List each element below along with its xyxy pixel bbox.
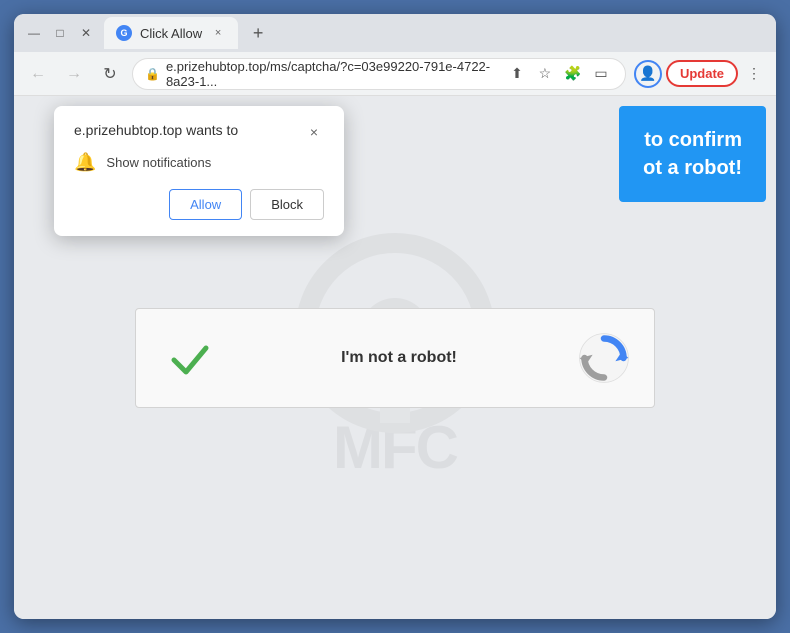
menu-button[interactable]: ⋮ — [742, 62, 766, 86]
checkmark-icon — [166, 334, 214, 382]
popup-title: e.prizehubtop.top wants to — [74, 122, 238, 138]
bell-icon: 🔔 — [74, 152, 96, 173]
confirm-line2: ot a robot! — [643, 154, 742, 182]
permission-popup: e.prizehubtop.top wants to × 🔔 Show noti… — [54, 106, 344, 236]
popup-buttons: Allow Block — [74, 189, 324, 220]
checkmark-area — [160, 328, 220, 388]
popup-header: e.prizehubtop.top wants to × — [74, 122, 324, 142]
browser-window: — □ ✕ G Click Allow × + ← → ↻ 🔒 e.prizeh… — [14, 14, 776, 619]
reload-button[interactable]: ↻ — [96, 60, 124, 88]
profile-button[interactable]: 👤 — [634, 60, 662, 88]
watermark-text: MFC — [333, 413, 457, 482]
recaptcha-icon — [578, 332, 630, 384]
update-button[interactable]: Update — [666, 60, 738, 87]
nav-icons: 👤 Update ⋮ — [634, 60, 766, 88]
captcha-label: I'm not a robot! — [220, 349, 578, 367]
recaptcha-box[interactable]: I'm not a robot! — [135, 308, 655, 408]
allow-button[interactable]: Allow — [169, 189, 242, 220]
popup-notification-row: 🔔 Show notifications — [74, 152, 324, 173]
window-controls: — □ ✕ — [24, 23, 96, 43]
active-tab[interactable]: G Click Allow × — [104, 17, 238, 49]
address-bar[interactable]: 🔒 e.prizehubtop.top/ms/captcha/?c=03e992… — [132, 58, 626, 90]
confirm-banner: to confirm ot a robot! — [619, 106, 766, 202]
confirm-line1: to confirm — [643, 126, 742, 154]
tab-area: G Click Allow × + — [104, 17, 766, 49]
sidebar-button[interactable]: ▭ — [589, 62, 613, 86]
notification-label: Show notifications — [106, 155, 211, 170]
tab-favicon: G — [116, 25, 132, 41]
minimize-button[interactable]: — — [24, 23, 44, 43]
recaptcha-logo — [578, 332, 630, 384]
back-button[interactable]: ← — [24, 60, 52, 88]
popup-close-button[interactable]: × — [304, 122, 324, 142]
tab-close-button[interactable]: × — [210, 25, 226, 41]
nav-bar: ← → ↻ 🔒 e.prizehubtop.top/ms/captcha/?c=… — [14, 52, 776, 96]
extension-button[interactable]: 🧩 — [561, 62, 585, 86]
tab-title: Click Allow — [140, 26, 202, 41]
lock-icon: 🔒 — [145, 67, 160, 81]
block-button[interactable]: Block — [250, 189, 324, 220]
maximize-button[interactable]: □ — [50, 23, 70, 43]
address-actions: ⬆ ☆ 🧩 ▭ — [505, 62, 613, 86]
share-button[interactable]: ⬆ — [505, 62, 529, 86]
main-content: MFC to confirm ot a robot! e.prizehubtop… — [14, 96, 776, 619]
forward-button[interactable]: → — [60, 60, 88, 88]
bookmark-button[interactable]: ☆ — [533, 62, 557, 86]
new-tab-button[interactable]: + — [244, 19, 272, 47]
address-text: e.prizehubtop.top/ms/captcha/?c=03e99220… — [166, 59, 499, 89]
close-window-button[interactable]: ✕ — [76, 23, 96, 43]
title-bar: — □ ✕ G Click Allow × + — [14, 14, 776, 52]
